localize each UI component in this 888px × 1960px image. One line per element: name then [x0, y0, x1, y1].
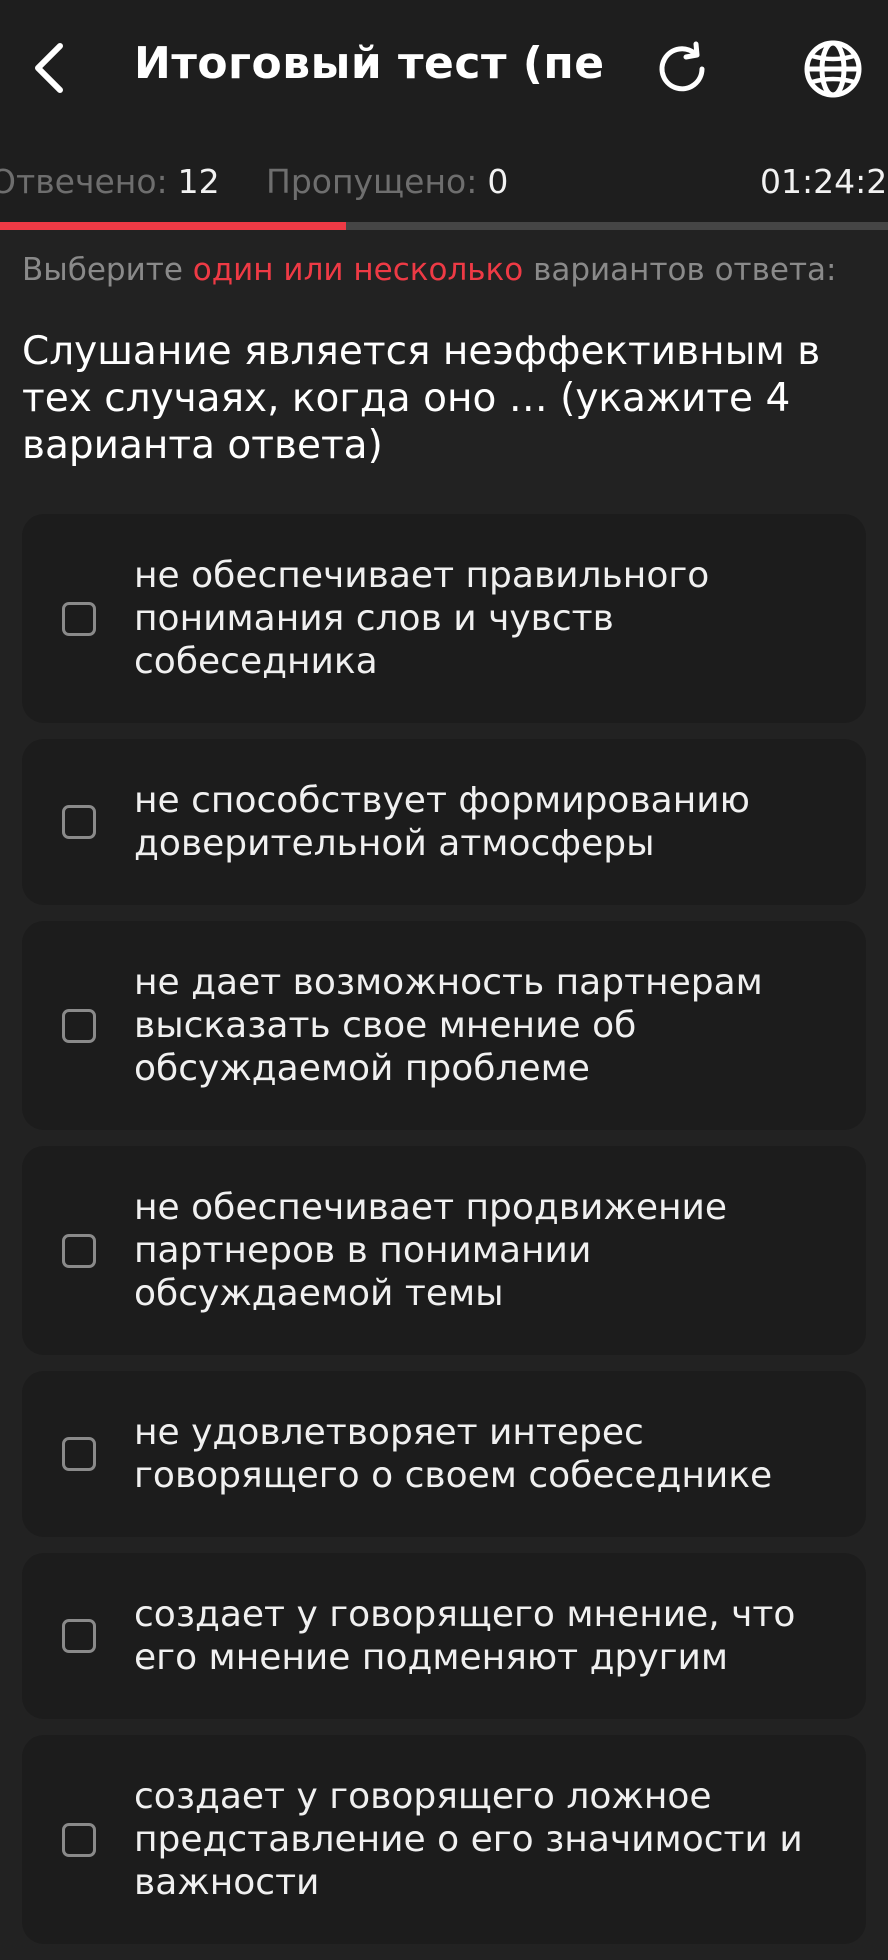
answer-option-label: не способствует формированию доверительн… [134, 780, 750, 864]
question-text: Слушание является неэффективным в тех сл… [22, 329, 821, 468]
answer-option-label: не удовлетворяет интерес говорящего о св… [134, 1412, 773, 1496]
globe-icon [804, 40, 862, 98]
checkbox[interactable] [62, 1233, 96, 1268]
instruction-prefix: Выберите [22, 252, 193, 288]
checkbox[interactable] [62, 1008, 96, 1043]
progress-bar [0, 222, 888, 230]
answer-option[interactable]: не способствует формированию доверительн… [22, 739, 866, 905]
skipped-label: Пропущено: [266, 162, 478, 201]
checkbox[interactable] [62, 1437, 96, 1471]
language-button[interactable] [800, 36, 866, 102]
answer-option-label: не дает возможность партнерам высказать … [134, 962, 763, 1089]
answer-option[interactable]: создает у говорящего мнение, что его мне… [22, 1553, 866, 1719]
back-button[interactable] [22, 36, 78, 100]
reload-icon [659, 41, 705, 92]
progress-fill [0, 222, 347, 230]
instruction-suffix: вариантов ответа: [523, 252, 837, 288]
answer-option-label: не обеспечивает правильного понимания сл… [134, 555, 710, 682]
skipped-value: 0 [487, 162, 509, 201]
answer-option[interactable]: не обеспечивает правильного понимания сл… [22, 514, 866, 723]
checkbox[interactable] [62, 601, 96, 636]
timer: 01:24:24 [760, 162, 888, 201]
answered-label: Отвечено: [0, 162, 168, 201]
answered-counter: Отвечено: 12 [0, 162, 220, 201]
skipped-counter: Пропущено: 0 [266, 162, 508, 201]
checkbox[interactable] [62, 1619, 96, 1653]
answer-option[interactable]: не обеспечивает продвижение партнеров в … [22, 1146, 866, 1355]
answer-option[interactable]: создает у говорящего ложное представлени… [22, 1735, 866, 1944]
answer-option-label: создает у говорящего мнение, что его мне… [134, 1594, 796, 1678]
instruction-text: Выберите один или несколько вариантов от… [22, 252, 836, 288]
reload-button[interactable] [650, 36, 716, 102]
app-header: Итоговый тест (пе... [0, 0, 888, 140]
answer-options: не обеспечивает правильного понимания сл… [22, 514, 866, 1960]
instruction-highlight: один или несколько [192, 252, 524, 288]
page-title: Итоговый тест (пе... [134, 38, 604, 89]
answer-option[interactable]: не дает возможность партнерам высказать … [22, 921, 866, 1130]
checkbox[interactable] [62, 805, 96, 839]
test-status-bar: Отвечено:12 Пропущено:0 01:24:24 [0, 140, 888, 222]
checkbox[interactable] [62, 1822, 96, 1857]
answered-value: 12 [177, 162, 220, 201]
chevron-left-icon [35, 43, 63, 93]
answer-option[interactable]: не удовлетворяет интерес говорящего о св… [22, 1371, 866, 1537]
answer-option-label: не обеспечивает продвижение партнеров в … [134, 1187, 728, 1314]
answer-option-label: создает у говорящего ложное представлени… [134, 1776, 803, 1903]
